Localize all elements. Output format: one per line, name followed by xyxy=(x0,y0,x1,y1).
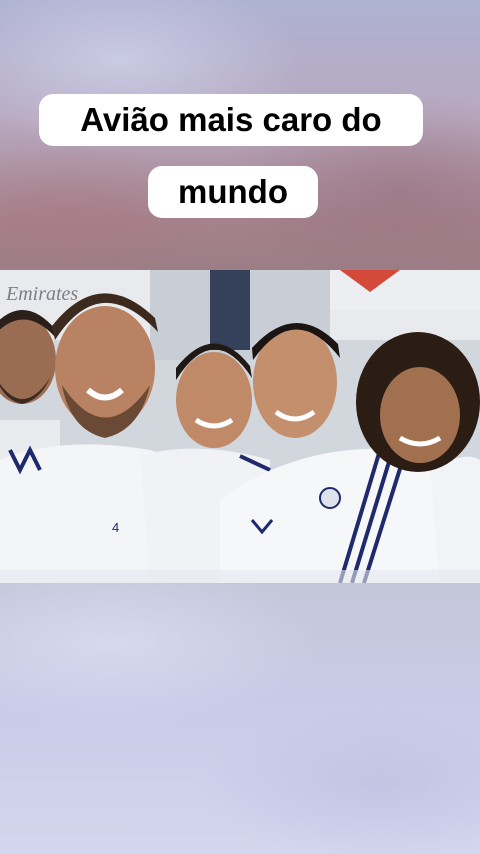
video-frame: Avião mais caro do mundo Emirates 4 xyxy=(0,0,480,854)
caption-line-2: mundo xyxy=(148,166,318,218)
blurred-background-bottom xyxy=(0,583,480,854)
team-selfie-photo: Emirates 4 xyxy=(0,270,480,583)
backdrop-text: Emirates xyxy=(5,283,78,305)
caption-line-1: Avião mais caro do xyxy=(39,94,423,146)
photo-illustration: Emirates 4 xyxy=(0,270,480,583)
svg-text:4: 4 xyxy=(112,520,119,535)
